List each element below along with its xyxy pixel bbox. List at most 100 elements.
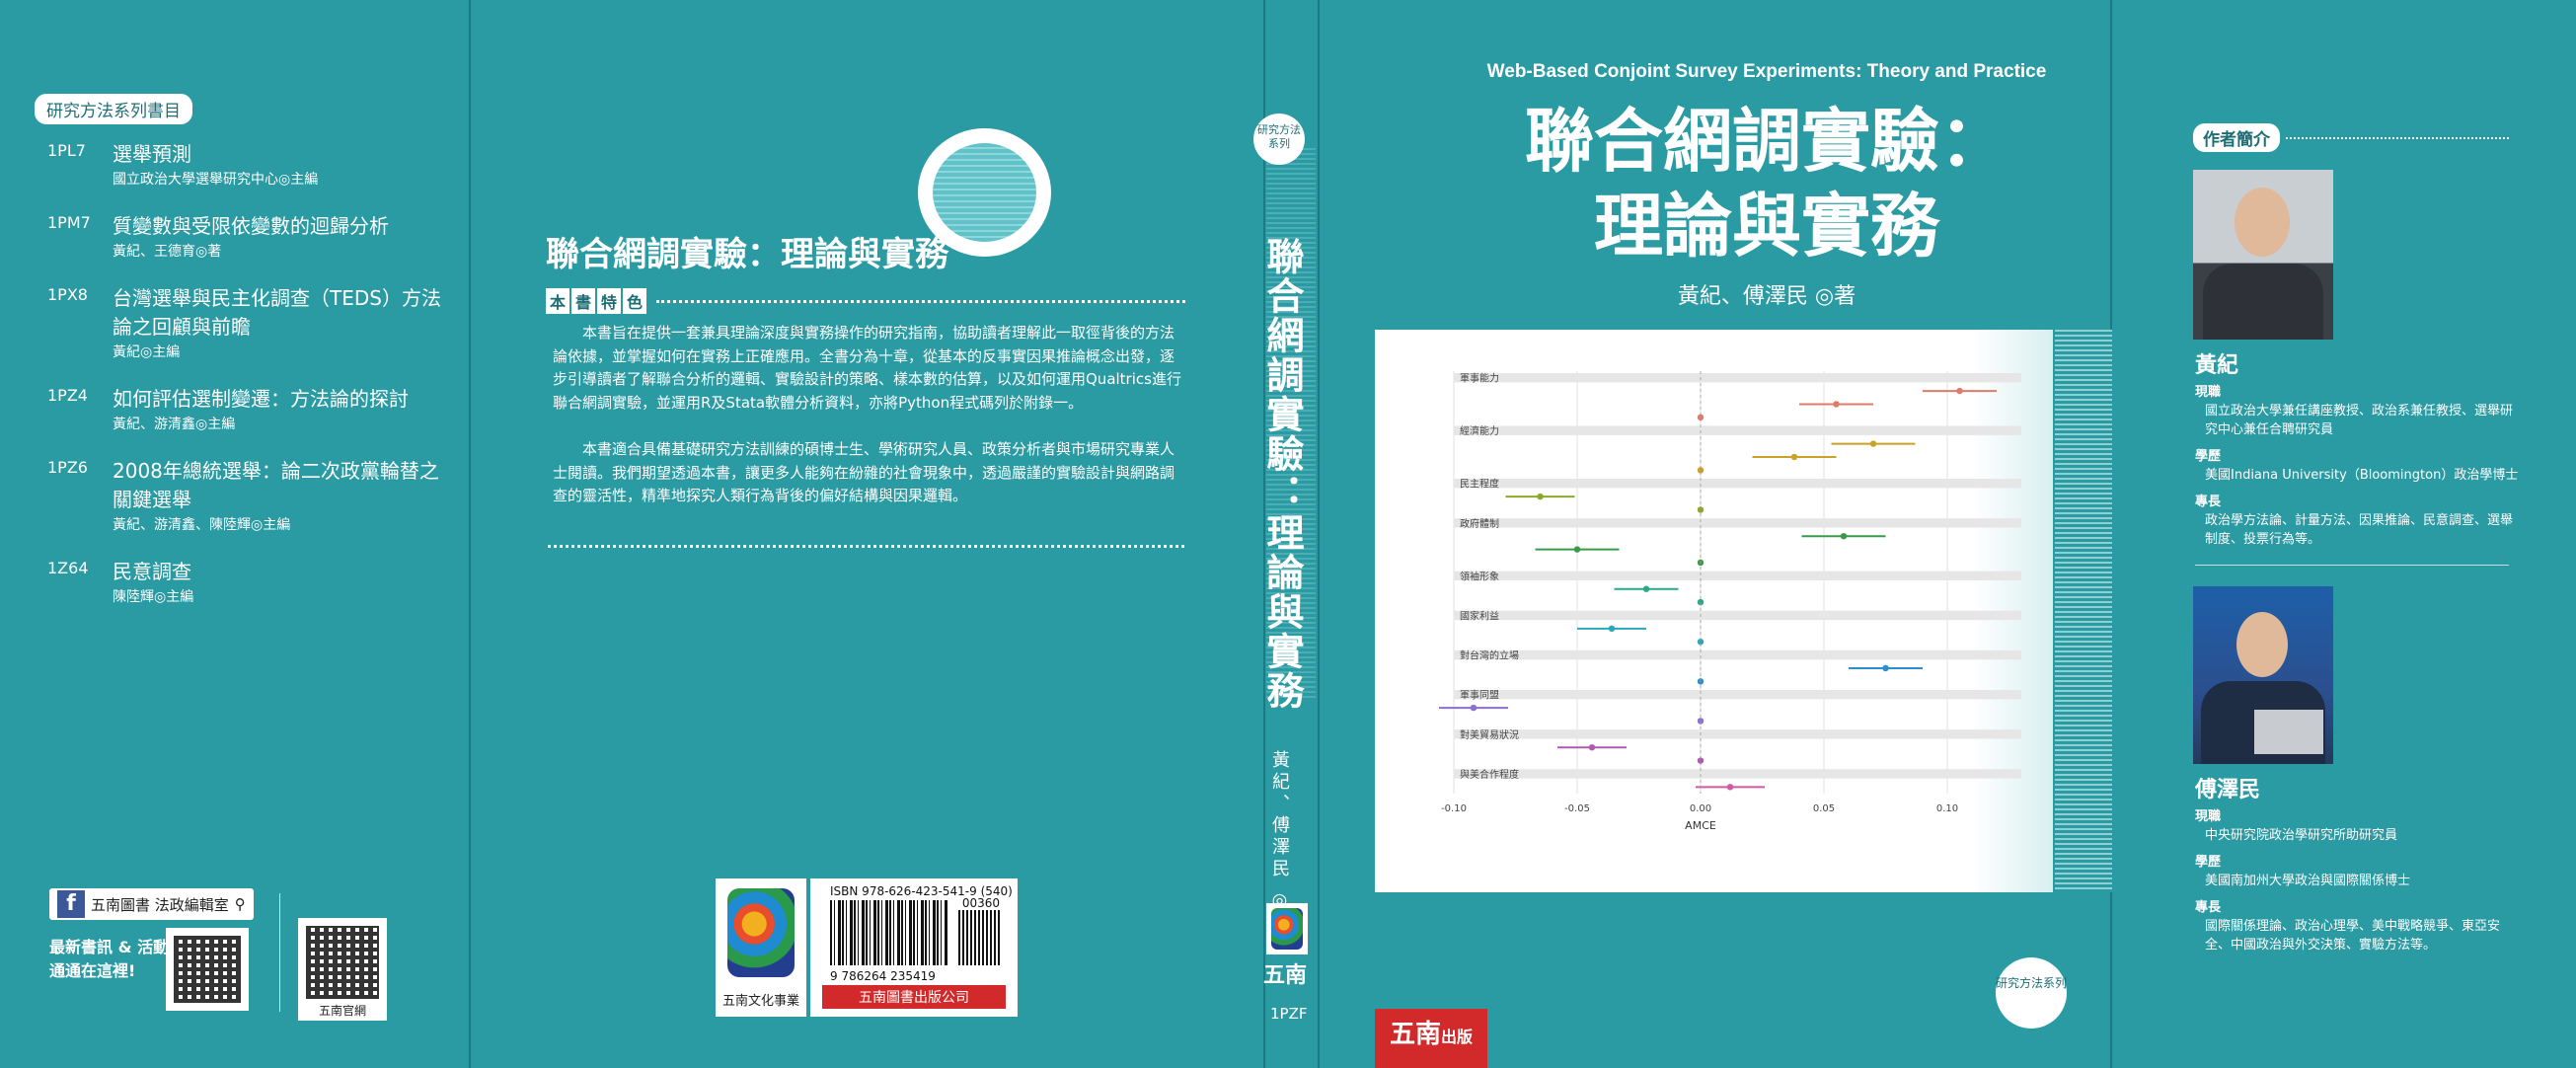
detail-label: 專長 (2195, 900, 2222, 915)
book-code: 1PZ6 (47, 458, 88, 477)
group-header-label: 國家利益 (1460, 609, 1499, 622)
front-authors: 黃紀、傅澤民 ◎著 (1677, 284, 1856, 309)
book-code: 1PM7 (47, 213, 91, 232)
facebook-badge: f 五南圖書 法政編輯室 ⚲ (49, 888, 254, 920)
detail-label: 現職 (2195, 809, 2222, 824)
book-code: 1PL7 (47, 141, 86, 160)
point-estimate (1790, 453, 1798, 461)
title-line: 聯合網調實驗： (1525, 100, 2008, 182)
dotted-divider (656, 299, 1185, 303)
description-paragraph: 本書適合具備基礎研究方法訓練的碩博士生、學術研究人員、政策分析者與市場研究專業人… (553, 440, 1175, 504)
english-title: Web-Based Conjoint Survey Experiments: T… (1486, 61, 2047, 82)
fold-line (1318, 0, 1320, 1068)
point-estimate (1588, 743, 1596, 751)
feature-char: 特 (597, 288, 622, 314)
title-line: 理論與實務 (1594, 185, 1939, 267)
feature-char: 色 (623, 288, 647, 314)
group-header-band (1454, 610, 2021, 621)
list-item: 1Z64 民意調查 陳陸輝◎主編 (47, 556, 442, 606)
book-title: 民意調查 (113, 560, 191, 583)
detail-label: 學歷 (2195, 855, 2222, 870)
book-code: 1Z64 (47, 559, 89, 577)
news-line: 通通在這裡! (49, 961, 136, 980)
point-estimate (1608, 625, 1616, 633)
book-description: 本書旨在提供一套兼具理論深度與實務操作的研究指南，協助讀者理解此一取徑背後的方法… (553, 322, 1184, 532)
group-header-band (1454, 373, 2021, 383)
logo-art-icon (1271, 908, 1303, 950)
qr-label: 五南官網 (298, 1002, 387, 1019)
detail-value: 美國南加州大學政治與國際關係博士 (2205, 874, 2411, 888)
point-estimate (1726, 784, 1734, 791)
x-tick-label: 0.05 (1813, 803, 1835, 814)
barcode-addon-icon (958, 910, 1000, 965)
dotted-divider (548, 545, 1184, 548)
group-header-band (1454, 769, 2021, 779)
group-header-label: 與美合作程度 (1460, 768, 1519, 781)
point-estimate (1833, 401, 1840, 408)
facebook-label: 五南圖書 法政編輯室 (91, 895, 229, 914)
point-estimate (1537, 493, 1544, 500)
logo-caption: 五南文化事業 (721, 994, 799, 1009)
group-header-label: 軍事同盟 (1460, 689, 1499, 702)
author-name: 傅澤民 (2195, 777, 2261, 802)
series-badge: 研究方法系列 (1996, 957, 2067, 1029)
group-header-band (1454, 518, 2021, 528)
spine-logo (1266, 903, 1308, 954)
face (2235, 188, 2290, 257)
chinese-title: 聯合網調實驗： 理論與實務 (1323, 99, 2211, 268)
group-header-label: 軍事能力 (1460, 372, 1499, 385)
news-text: 最新書訊 & 活動 通通在這裡! (49, 936, 169, 983)
group-header-label: 政府體制 (1460, 517, 1499, 530)
spine-code: 1PZF (1270, 1005, 1308, 1023)
detail-label: 現職 (2195, 385, 2222, 400)
publisher-logo-sub: 出版 (1441, 1028, 1474, 1046)
news-line: 最新書訊 & 活動 (49, 938, 170, 956)
group-header-label: 對台灣的立場 (1460, 649, 1519, 662)
x-tick-label: 0.10 (1936, 803, 1958, 814)
point-estimate (1869, 440, 1877, 447)
group-header-band (1454, 479, 2021, 489)
barcode-icon (830, 900, 948, 965)
decorative-stripes (2055, 330, 2112, 892)
laptop-icon (2254, 710, 2323, 754)
point-estimate (1956, 387, 1963, 395)
logo-art-icon (727, 888, 795, 977)
detail-value: 國立政治大學兼任講座教授、政治系兼任教授、選舉研究中心兼任合聘研究員 (2205, 404, 2514, 437)
x-tick-label: 0.00 (1690, 803, 1711, 814)
book-title: 台灣選舉與民主化調查（TEDS）方法論之回顧與前瞻 (113, 286, 441, 339)
list-item: 1PZ4 如何評估選制變遷：方法論的探討 黃紀、游清鑫◎主編 (47, 383, 442, 433)
qr-code-website: 五南官網 (298, 918, 387, 1021)
list-item: 1PZ6 2008年總統選舉：論二次政黨輪替之關鍵選舉 黃紀、游清鑫、陳陸輝◎主編 (47, 455, 442, 534)
detail-label: 學歷 (2195, 449, 2222, 464)
point-estimate (1840, 532, 1848, 540)
series-badge: 研究方法系列 (1253, 114, 1305, 165)
price-code: 00360 (961, 896, 1000, 910)
book-code: 1PX8 (47, 285, 88, 304)
group-header-label: 民主程度 (1460, 478, 1499, 491)
feature-char: 本 (546, 288, 570, 314)
group-header-band (1454, 425, 2021, 435)
author-photo (2193, 586, 2333, 764)
x-tick-label: -0.10 (1441, 803, 1467, 814)
group-header-band (1454, 571, 2021, 580)
dotted-divider (2286, 136, 2509, 139)
point-estimate (1882, 664, 1889, 672)
point-estimate (1642, 585, 1650, 592)
search-icon: ⚲ (234, 895, 246, 913)
list-item: 1PL7 選舉預測 國立政治大學選舉研究中心◎主編 (47, 138, 442, 189)
detail-value: 政治學方法論、計量方法、因果推論、民意調查、選舉制度、投票行為等。 (2205, 513, 2514, 547)
detail-value: 中央研究院政治學研究所助研究員 (2205, 828, 2398, 843)
book-editor: 黃紀、王德育◎著 (113, 244, 222, 260)
book-editor: 黃紀、游清鑫、陳陸輝◎主編 (113, 517, 291, 533)
group-header-label: 領袖形象 (1460, 570, 1499, 582)
suit (2203, 264, 2323, 340)
author-intro-header: 作者簡介 (2193, 123, 2509, 152)
spine-publisher: 五南 (1263, 963, 1308, 988)
book-title: 選舉預測 (113, 142, 191, 166)
group-header-label: 經濟能力 (1460, 424, 1499, 437)
group-header-band (1454, 729, 2021, 739)
publisher-logo: 五南出版 (1375, 1009, 1487, 1068)
feature-char: 書 (571, 288, 596, 314)
description-paragraph: 本書旨在提供一套兼具理論深度與實務操作的研究指南，協助讀者理解此一取徑背後的方法… (553, 324, 1181, 412)
back-title: 聯合網調實驗：理論與實務 (546, 235, 948, 274)
